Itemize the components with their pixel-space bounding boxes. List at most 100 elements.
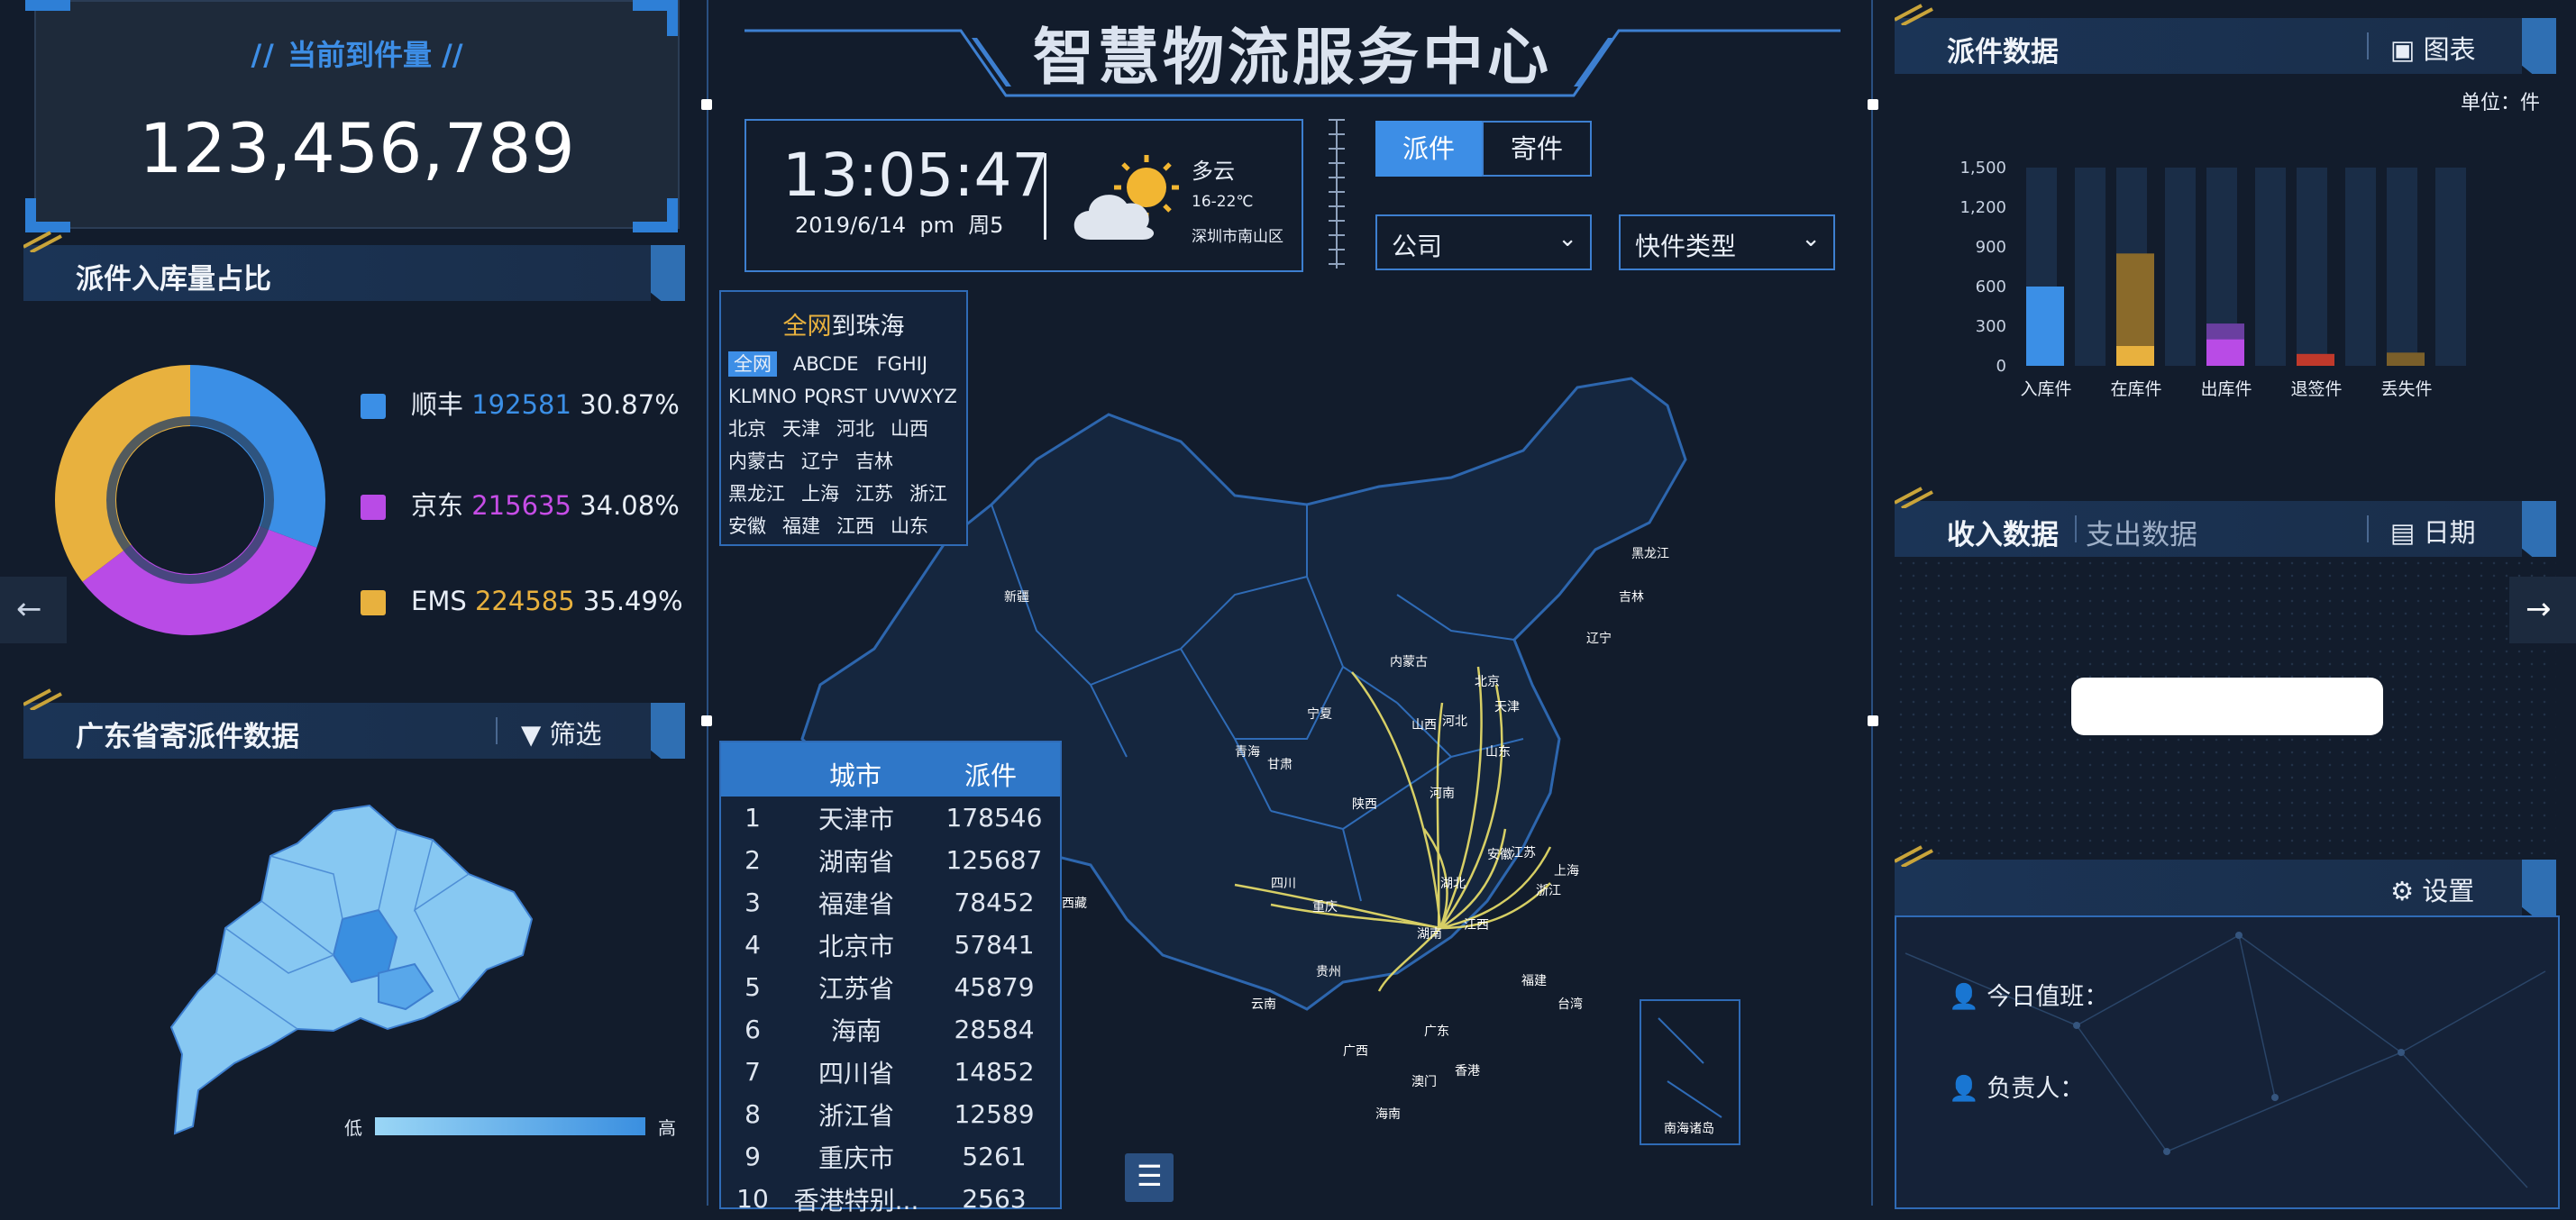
province-item[interactable]: 内蒙古	[728, 451, 785, 472]
bar-background	[2165, 168, 2196, 366]
header-tab-end	[2522, 18, 2556, 74]
map-label: 湖南	[1417, 927, 1442, 942]
table-row[interactable]: 10 香港特别... 2563	[721, 1178, 1060, 1220]
x-category-label: 丢失件	[2380, 379, 2432, 399]
province-item[interactable]: 江西	[836, 515, 874, 537]
settings-button[interactable]: ⚙ 设置	[2390, 870, 2474, 908]
city-cell: 四川省	[818, 1058, 894, 1088]
corner-bracket	[25, 0, 70, 11]
map-label: 台湾	[1557, 997, 1583, 1012]
resize-handle[interactable]	[701, 99, 712, 110]
table-row[interactable]: 8 浙江省 12589	[721, 1093, 1060, 1135]
user-icon: 👤	[1949, 1075, 1979, 1103]
count-cell: 178546	[945, 803, 1043, 833]
letter-filter-all[interactable]: 全网	[728, 351, 777, 377]
slash-decor-icon	[23, 688, 62, 710]
clock-divider	[1044, 153, 1046, 240]
province-item[interactable]: 山西	[891, 418, 928, 440]
map-label: 福建	[1521, 974, 1547, 988]
province-item[interactable]: 辽宁	[801, 451, 839, 472]
header-tab-end	[651, 245, 685, 301]
tab-income[interactable]: 收入数据	[1947, 512, 2059, 552]
province-item[interactable]: 福建	[782, 515, 820, 537]
arrow-left-icon: ←	[16, 591, 42, 627]
settings-panel: 👤 今日值班： 👤 负责人：	[1895, 915, 2560, 1209]
route-filter-box: 全网到珠海 全网 ABCDE FGHIJ KLMNO PQRST UVWXYZ 北京 天津…	[719, 290, 968, 546]
menu-button[interactable]: ☰	[1125, 1153, 1174, 1202]
map-label: 山东	[1485, 745, 1511, 760]
province-item[interactable]: 山东	[891, 515, 928, 537]
province-item[interactable]: 河北	[836, 418, 874, 440]
table-row[interactable]: 3 福建省 78452	[721, 881, 1060, 924]
express-type-select[interactable]: 快件类型 ⌄	[1619, 214, 1835, 270]
bar-background	[2297, 168, 2327, 366]
company-select[interactable]: 公司 ⌄	[1375, 214, 1592, 270]
settings-panel-header: ⚙ 设置	[1895, 845, 2556, 915]
province-item[interactable]: 吉林	[855, 451, 893, 472]
legend-jingdong: 京东 215635 34.08%	[361, 485, 680, 523]
rank-cell: 6	[744, 1015, 761, 1044]
bar-segment	[2206, 339, 2244, 366]
unit-label: 单位：件	[2461, 92, 2541, 114]
province-item[interactable]: 黑龙江	[728, 483, 785, 505]
table-row[interactable]: 9 重庆市 5261	[721, 1135, 1060, 1178]
letter-filter-row: 全网 ABCDE FGHIJ KLMNO PQRST UVWXYZ	[728, 348, 972, 413]
chevron-down-icon: ⌄	[1801, 225, 1821, 252]
chart-button[interactable]: ▣ 图表	[2390, 29, 2476, 67]
filter-button[interactable]: ▼ 筛选	[521, 714, 602, 751]
duty-row: 👤 今日值班：	[1949, 983, 2109, 1011]
next-arrow-button[interactable]: →	[2509, 577, 2576, 643]
parcel-panel-header: 派件数据 ▣ 图表	[1895, 4, 2556, 74]
x-category-label: 在库件	[2110, 379, 2161, 399]
letter-filter-fghij[interactable]: FGHIJ	[877, 353, 928, 375]
rank-cell: 10	[736, 1184, 769, 1214]
letter-filter-pqrst[interactable]: PQRST	[804, 386, 867, 407]
date-button[interactable]: ▤ 日期	[2390, 512, 2476, 550]
bar	[2387, 352, 2425, 366]
resize-handle[interactable]	[1868, 99, 1878, 110]
province-item[interactable]: 上海	[801, 483, 839, 505]
table-row[interactable]: 5 江苏省 45879	[721, 966, 1060, 1008]
table-row[interactable]: 7 四川省 14852	[721, 1051, 1060, 1093]
province-item[interactable]: 天津	[782, 418, 820, 440]
map-label: 青海	[1235, 745, 1260, 760]
header-divider	[496, 717, 498, 744]
legend-swatch	[361, 394, 386, 419]
province-item[interactable]: 浙江	[909, 483, 947, 505]
rank-cell: 7	[744, 1057, 761, 1087]
prev-arrow-button[interactable]: ←	[0, 577, 67, 643]
map-label: 内蒙古	[1390, 655, 1428, 669]
map-label: 宁夏	[1307, 707, 1332, 722]
province-item[interactable]: 江苏	[855, 483, 893, 505]
count-cell: 78452	[954, 888, 1035, 917]
map-label: 山西	[1411, 718, 1437, 733]
letter-filter-klmno[interactable]: KLMNO	[728, 386, 797, 407]
table-row[interactable]: 2 湖南省 125687	[721, 839, 1060, 881]
province-list: 北京 天津 河北 山西 内蒙古 辽宁 吉林 黑龙江 上海 江苏 浙江 安徽 福建 江西 山东	[728, 413, 972, 542]
heat-legend-high: 高	[658, 1117, 676, 1139]
province-item[interactable]: 北京	[728, 418, 766, 440]
resize-handle[interactable]	[701, 715, 712, 726]
y-tick-label: 900	[1976, 238, 2006, 257]
city-cell: 重庆市	[818, 1143, 894, 1173]
tab-ji[interactable]: 寄件	[1482, 121, 1592, 177]
tab-expense[interactable]: 支出数据	[2086, 512, 2197, 552]
map-label: 上海	[1554, 864, 1579, 879]
letter-filter-uvwxyz[interactable]: UVWXYZ	[874, 386, 957, 407]
redacted-content	[2071, 678, 2383, 735]
count-cell: 5261	[962, 1142, 1027, 1171]
legend-shunfeng: 顺丰 192581 30.87%	[361, 384, 680, 422]
x-category-label: 退签件	[2290, 379, 2342, 399]
bar	[2026, 287, 2064, 366]
tab-pai[interactable]: 派件	[1375, 121, 1482, 177]
map-label: 澳门	[1411, 1075, 1437, 1089]
table-row[interactable]: 4 北京市 57841	[721, 924, 1060, 966]
resize-handle[interactable]	[1868, 715, 1878, 726]
table-row[interactable]: 1 天津市 178546	[721, 797, 1060, 839]
map-label: 香港	[1455, 1064, 1480, 1079]
count-cell: 57841	[954, 930, 1035, 960]
rank-cell: 5	[744, 972, 761, 1002]
letter-filter-abcde[interactable]: ABCDE	[793, 353, 859, 375]
table-row[interactable]: 6 海南 28584	[721, 1008, 1060, 1051]
province-item[interactable]: 安徽	[728, 515, 766, 537]
